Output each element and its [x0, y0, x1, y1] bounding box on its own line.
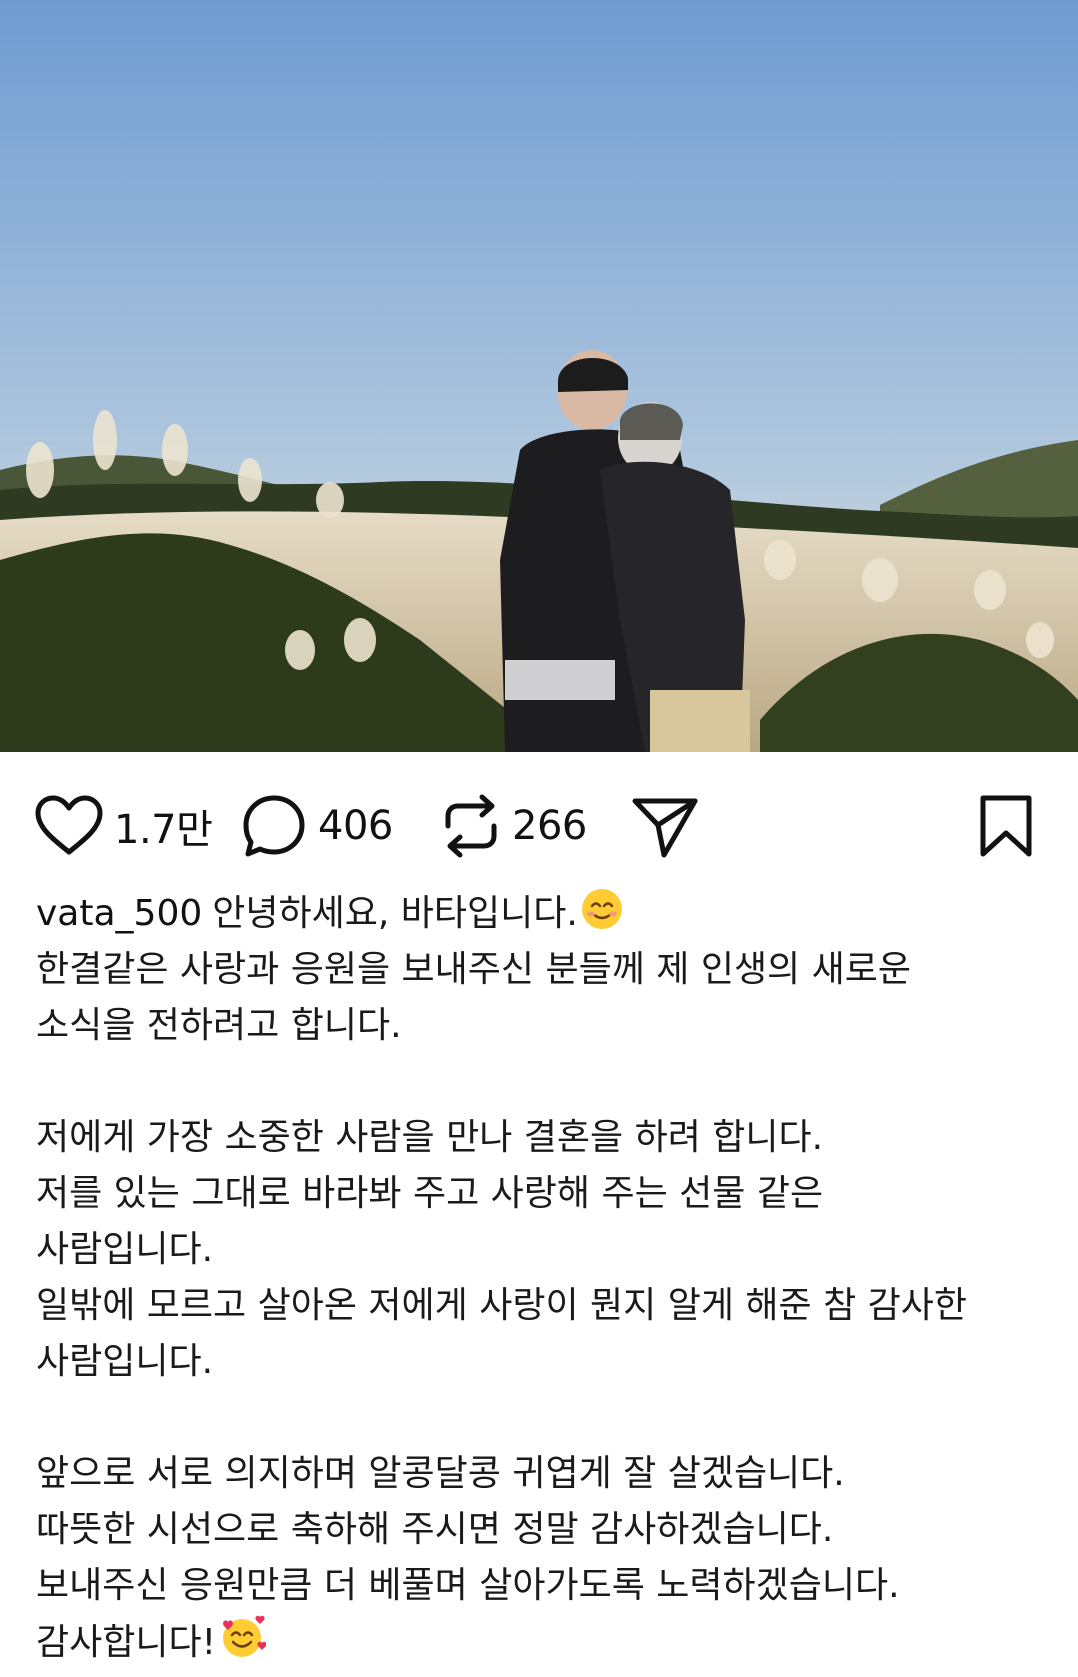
caption-line: 소식을 전하려고 합니다. [36, 1005, 402, 1046]
smiling-face-emoji [580, 887, 624, 948]
caption-last-line: 감사합니다! [36, 1614, 1046, 1670]
caption-line: 보내주신 응원만큼 더 베풀며 살아가도록 노력하겠습니다. [36, 1565, 900, 1606]
caption-thanks: 감사합니다! [36, 1622, 217, 1663]
caption-line: 앞으로 서로 의지하며 알콩달콩 귀엽게 잘 살겠습니다. [36, 1453, 845, 1494]
caption-line: 저를 있는 그대로 바라봐 주고 사랑해 주는 선물 같은 [36, 1173, 824, 1214]
caption-line: 일밖에 모르고 살아온 저에게 사랑이 뭔지 알게 해준 참 감사한 [36, 1285, 967, 1326]
caption-first-line: vata_500 안녕하세요, 바타입니다. [36, 886, 1046, 942]
comment-bubble-icon [240, 792, 308, 860]
caption-greeting: 안녕하세요, 바타입니다. [212, 893, 578, 934]
caption-line: 저에게 가장 소중한 사람을 만나 결혼을 하려 합니다. [36, 1117, 824, 1158]
smiling-face-with-hearts-emoji [218, 1614, 267, 1677]
comment-count: 406 [318, 803, 393, 849]
bookmark-icon [978, 793, 1034, 859]
repost-button[interactable]: 266 [440, 786, 587, 866]
post-photo[interactable] [0, 0, 1078, 752]
repost-count: 266 [512, 803, 587, 849]
heart-icon [34, 794, 104, 858]
repost-icon [440, 792, 502, 860]
post-caption: vata_500 안녕하세요, 바타입니다. 한결같은 사랑과 응원을 보내주신 … [36, 886, 1046, 1670]
caption-line: 사람입니다. [36, 1341, 214, 1382]
couple-photo [0, 0, 1078, 752]
like-count: 1.7만 [114, 807, 213, 853]
caption-line: 한결같은 사랑과 응원을 보내주신 분들께 제 인생의 새로운 [36, 949, 911, 990]
paper-plane-icon [630, 793, 700, 859]
save-button[interactable] [978, 786, 1034, 866]
action-bar: 1.7만 406 266 [0, 752, 1078, 892]
like-button[interactable]: 1.7만 [34, 786, 213, 866]
comment-button[interactable]: 406 [240, 786, 393, 866]
username-link[interactable]: vata_500 [36, 893, 202, 934]
caption-line: 따뜻한 시선으로 축하해 주시면 정말 감사하겠습니다. [36, 1509, 834, 1550]
share-button[interactable] [630, 786, 700, 866]
caption-line: 사람입니다. [36, 1229, 214, 1270]
